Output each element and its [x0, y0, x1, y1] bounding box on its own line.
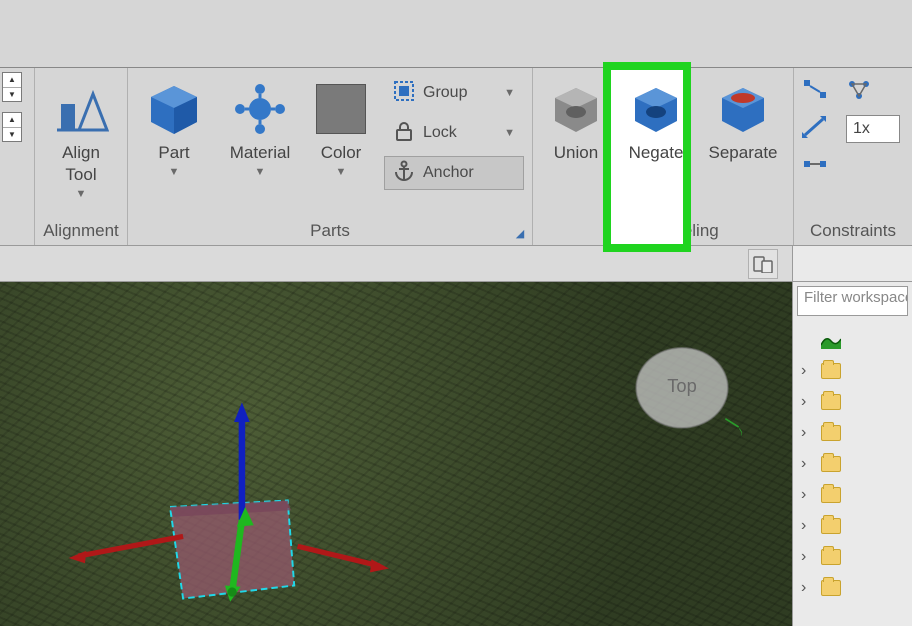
- expand-icon[interactable]: ›: [801, 424, 815, 442]
- folder-icon: [821, 487, 841, 503]
- svg-text:Y: Y: [739, 427, 742, 438]
- negate-button[interactable]: Negate: [621, 72, 691, 164]
- group-button[interactable]: Group ▼: [384, 76, 524, 110]
- folder-icon: [821, 425, 841, 441]
- part-label: Part: [158, 142, 189, 164]
- view-cube-label: Top: [667, 375, 697, 396]
- world-icon: [821, 331, 841, 349]
- dropdown-arrow-icon: ▼: [336, 166, 347, 178]
- union-button[interactable]: Union: [541, 72, 611, 164]
- constraint-scale-icon[interactable]: [802, 116, 828, 143]
- folder-icon: [821, 394, 841, 410]
- dropdown-arrow-icon: ▼: [76, 188, 87, 200]
- folder-icon: [821, 549, 841, 565]
- color-label: Color: [321, 142, 362, 164]
- lock-button[interactable]: Lock ▼: [384, 116, 524, 150]
- negate-icon: [629, 78, 683, 140]
- anchor-label: Anchor: [423, 164, 474, 182]
- separate-button[interactable]: Separate: [701, 72, 785, 164]
- dropdown-arrow-icon: ▼: [255, 166, 266, 178]
- union-label: Union: [554, 142, 598, 164]
- dropdown-arrow-icon: ▼: [504, 127, 515, 139]
- group-constraints: Constraints: [794, 68, 908, 245]
- dropdown-arrow-icon: ▼: [169, 166, 180, 178]
- explorer-panel: Filter workspace › › › › › › › ›: [792, 282, 912, 626]
- explorer-tree[interactable]: › › › › › › › ›: [793, 320, 912, 626]
- terrain: [0, 282, 792, 626]
- tree-row-folder[interactable]: ›: [795, 541, 910, 572]
- tree-row-folder[interactable]: ›: [795, 510, 910, 541]
- anchor-button[interactable]: Anchor: [384, 156, 524, 190]
- constraint-scale-input[interactable]: [846, 115, 900, 143]
- negate-label: Negate: [629, 142, 684, 164]
- union-icon: [549, 78, 603, 140]
- sub-toolbar: [0, 246, 792, 282]
- group-label-constraints: Constraints: [802, 217, 900, 243]
- group-parts: Part ▼ Materi: [128, 68, 533, 245]
- group-label-parts: Parts: [136, 217, 524, 243]
- align-tool-label: Align Tool: [62, 142, 100, 186]
- tree-row-folder[interactable]: ›: [795, 479, 910, 510]
- parts-launcher-icon[interactable]: ◢: [512, 225, 528, 241]
- group-label: Group: [423, 84, 467, 102]
- tree-row-folder[interactable]: ›: [795, 386, 910, 417]
- tree-row-folder[interactable]: ›: [795, 355, 910, 386]
- content-area: Top Y Filter workspace › › › › › › › ›: [0, 282, 912, 626]
- expand-icon[interactable]: ›: [801, 579, 815, 597]
- expand-icon[interactable]: ›: [801, 455, 815, 473]
- expand-icon[interactable]: ›: [801, 486, 815, 504]
- tree-row-world[interactable]: [795, 324, 910, 355]
- device-icon: [753, 255, 773, 273]
- panel-header-gap: [792, 246, 912, 282]
- title-bar: [0, 0, 912, 68]
- lock-icon: [393, 120, 415, 147]
- anchor-icon: [393, 160, 415, 187]
- material-icon: [233, 78, 287, 140]
- group-label-hidden: [2, 217, 28, 243]
- align-tool-icon: [53, 78, 109, 140]
- material-label: Material: [230, 142, 290, 164]
- group-alignment: Align Tool ▼ Alignment: [35, 68, 128, 245]
- ribbon: ▲▼ ▲▼ Align Tool ▼ Alignment: [0, 68, 912, 246]
- tree-row-folder[interactable]: ›: [795, 417, 910, 448]
- group-icon: [393, 80, 415, 107]
- group-solid-modeling: Union Negate: [533, 68, 794, 245]
- folder-icon: [821, 518, 841, 534]
- align-tool-button[interactable]: Align Tool ▼: [43, 72, 119, 200]
- constraint-icon-3[interactable]: [802, 153, 828, 180]
- selected-part[interactable]: [150, 422, 360, 592]
- part-icon: [147, 78, 201, 140]
- constraint-icon-2[interactable]: [846, 78, 872, 105]
- group-label-solid: Solid Modeling: [541, 217, 785, 243]
- folder-icon: [821, 580, 841, 596]
- color-icon: [316, 78, 366, 140]
- color-button[interactable]: Color ▼: [308, 72, 374, 178]
- group-label-alignment: Alignment: [43, 217, 119, 243]
- separate-icon: [716, 78, 770, 140]
- separate-label: Separate: [709, 142, 778, 164]
- expand-icon[interactable]: ›: [801, 362, 815, 380]
- folder-icon: [821, 456, 841, 472]
- dropdown-arrow-icon: ▼: [504, 87, 515, 99]
- filter-workspace-input[interactable]: Filter workspace: [797, 286, 908, 316]
- expand-icon[interactable]: ›: [801, 517, 815, 535]
- tree-row-folder[interactable]: ›: [795, 448, 910, 479]
- material-button[interactable]: Material ▼: [222, 72, 298, 178]
- lock-label: Lock: [423, 124, 457, 142]
- spinner-1[interactable]: ▲▼: [2, 72, 22, 102]
- folder-icon: [821, 363, 841, 379]
- viewport-3d[interactable]: Top Y: [0, 282, 792, 626]
- spinner-2[interactable]: ▲▼: [2, 112, 22, 142]
- constraint-icon-1[interactable]: [802, 78, 828, 105]
- expand-icon[interactable]: ›: [801, 548, 815, 566]
- part-button[interactable]: Part ▼: [136, 72, 212, 178]
- expand-icon[interactable]: ›: [801, 393, 815, 411]
- view-cube[interactable]: Top Y: [622, 342, 742, 442]
- device-preview-button[interactable]: [748, 249, 778, 279]
- tree-row-folder[interactable]: ›: [795, 572, 910, 603]
